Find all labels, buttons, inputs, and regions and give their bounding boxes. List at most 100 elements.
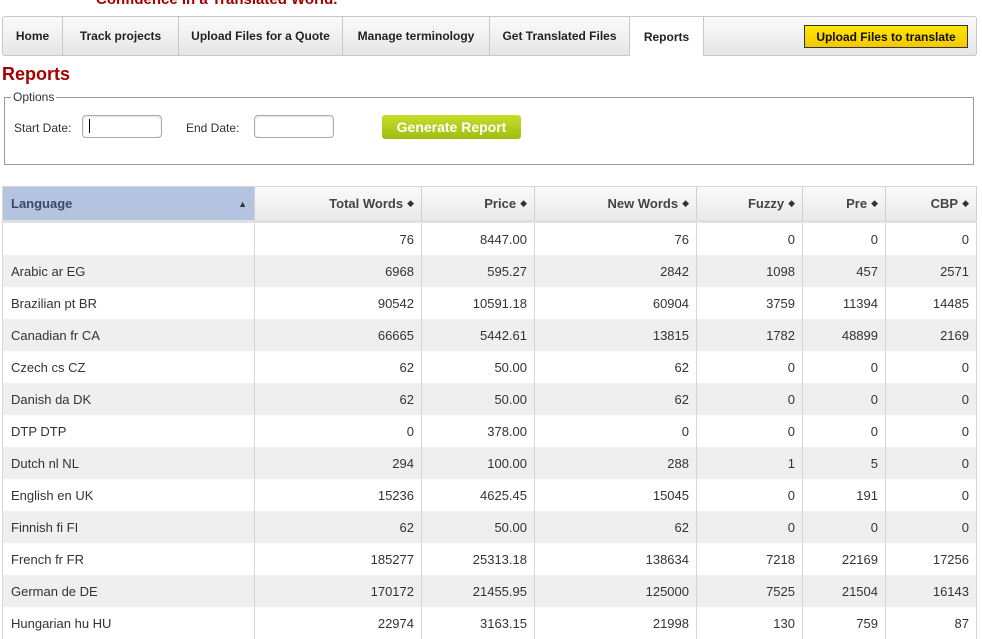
cell-value: 17256 — [886, 543, 977, 575]
cell-value: 0 — [535, 415, 697, 447]
sort-both-icon: ◆ — [407, 198, 414, 208]
table-row[interactable]: Arabic ar EG 6968 595.27 2842 1098 457 2571 — [3, 255, 977, 287]
cell-value: 100.00 — [422, 447, 535, 479]
cell-value: 595.27 — [422, 255, 535, 287]
column-header-fuzzy[interactable]: Fuzzy ◆ — [697, 187, 803, 220]
header-label: CBP — [930, 196, 959, 211]
cell-value: 48899 — [803, 319, 886, 351]
cell-value: 0 — [886, 383, 977, 415]
cell-value: 62 — [255, 383, 422, 415]
table-row[interactable]: Hungarian hu HU 22974 3163.15 21998 130 759 87 — [3, 607, 977, 639]
cell-value: 1098 — [697, 255, 803, 287]
table-row[interactable]: Czech cs CZ 62 50.00 62 0 0 0 — [3, 351, 977, 383]
cell-value: 5 — [803, 447, 886, 479]
cell-value: 0 — [803, 383, 886, 415]
tab-manage-terminology[interactable]: Manage terminology — [343, 17, 490, 55]
cell-value: 21455.95 — [422, 575, 535, 607]
cell-value: 22169 — [803, 543, 886, 575]
start-date-input[interactable] — [82, 115, 162, 138]
table-row[interactable]: Dutch nl NL 294 100.00 288 1 5 0 — [3, 447, 977, 479]
sort-both-icon: ◆ — [682, 198, 689, 208]
cell-value: 457 — [803, 255, 886, 287]
options-legend: Options — [13, 90, 55, 104]
cell-value: 5442.61 — [422, 319, 535, 351]
cell-language: Finnish fi FI — [3, 511, 255, 543]
generate-report-button[interactable]: Generate Report — [382, 115, 521, 139]
cell-value: 87 — [886, 607, 977, 639]
cell-value: 0 — [697, 351, 803, 383]
cell-value: 0 — [886, 223, 977, 255]
cell-language: Czech cs CZ — [3, 351, 255, 383]
column-header-cbp[interactable]: CBP ◆ — [886, 187, 977, 220]
cell-value: 378.00 — [422, 415, 535, 447]
sort-both-icon: ◆ — [520, 198, 527, 208]
cell-value: 0 — [886, 511, 977, 543]
table-row[interactable]: Danish da DK 62 50.00 62 0 0 0 — [3, 383, 977, 415]
column-header-price[interactable]: Price ◆ — [422, 187, 535, 220]
end-date-input[interactable] — [254, 115, 334, 138]
cell-value: 0 — [803, 351, 886, 383]
cell-value: 50.00 — [422, 383, 535, 415]
tab-reports[interactable]: Reports — [630, 17, 704, 56]
sort-both-icon: ◆ — [871, 198, 878, 208]
cell-value: 288 — [535, 447, 697, 479]
cell-value: 8447.00 — [422, 223, 535, 255]
tab-upload-quote[interactable]: Upload Files for a Quote — [179, 17, 343, 55]
column-header-pre[interactable]: Pre ◆ — [803, 187, 886, 220]
cell-value: 4625.45 — [422, 479, 535, 511]
table-row[interactable]: Brazilian pt BR 90542 10591.18 60904 3759 113… — [3, 287, 977, 319]
cell-value: 76 — [535, 223, 697, 255]
cell-language: Hungarian hu HU — [3, 607, 255, 639]
header-label: Total Words — [329, 196, 404, 211]
cell-value: 170172 — [255, 575, 422, 607]
cell-value: 2571 — [886, 255, 977, 287]
cell-value: 3163.15 — [422, 607, 535, 639]
tab-get-translated-files[interactable]: Get Translated Files — [490, 17, 630, 55]
header-label: Language — [11, 196, 73, 211]
column-header-total-words[interactable]: Total Words ◆ — [255, 187, 422, 220]
table-row[interactable]: French fr FR 185277 25313.18 138634 7218 2216… — [3, 543, 977, 575]
table-row[interactable]: DTP DTP 0 378.00 0 0 0 0 — [3, 415, 977, 447]
cell-value: 185277 — [255, 543, 422, 575]
cell-value: 759 — [803, 607, 886, 639]
cell-value: 90542 — [255, 287, 422, 319]
cell-value: 0 — [886, 447, 977, 479]
table-row[interactable]: Canadian fr CA 66665 5442.61 13815 1782 48899… — [3, 319, 977, 351]
cell-value: 138634 — [535, 543, 697, 575]
cell-value: 0 — [255, 415, 422, 447]
header-label: Pre — [846, 196, 868, 211]
upload-files-button[interactable]: Upload Files to translate — [804, 25, 968, 48]
table-row[interactable]: English en UK 15236 4625.45 15045 0 191 0 — [3, 479, 977, 511]
cell-value: 0 — [697, 383, 803, 415]
column-header-new-words[interactable]: New Words ◆ — [535, 187, 697, 220]
table-row[interactable]: 76 8447.00 76 0 0 0 — [3, 223, 977, 255]
header-label: Fuzzy — [747, 196, 785, 211]
table-row[interactable]: Finnish fi FI 62 50.00 62 0 0 0 — [3, 511, 977, 543]
column-header-language[interactable]: Language ▲ — [3, 187, 255, 220]
cell-value: 13815 — [535, 319, 697, 351]
table-body: 76 8447.00 76 0 0 0 Arabic ar EG 6968 595.27 2842… — [3, 223, 977, 639]
cell-value: 15045 — [535, 479, 697, 511]
cell-language: Brazilian pt BR — [3, 287, 255, 319]
cell-value: 14485 — [886, 287, 977, 319]
cell-value: 76 — [255, 223, 422, 255]
report-table: Language ▲ Total Words ◆ Price ◆ New Words… — [2, 186, 977, 639]
table-row[interactable]: German de DE 170172 21455.95 125000 7525 2150… — [3, 575, 977, 607]
cell-value: 0 — [886, 351, 977, 383]
cell-language: French fr FR — [3, 543, 255, 575]
cell-language — [3, 223, 255, 255]
tab-track-projects[interactable]: Track projects — [63, 17, 179, 55]
header-label: Price — [484, 196, 517, 211]
cell-language: DTP DTP — [3, 415, 255, 447]
tab-home[interactable]: Home — [3, 17, 63, 55]
cell-value: 1782 — [697, 319, 803, 351]
cell-value: 62 — [535, 511, 697, 543]
cell-value: 2169 — [886, 319, 977, 351]
cell-value: 60904 — [535, 287, 697, 319]
cell-value: 0 — [886, 415, 977, 447]
cell-value: 2842 — [535, 255, 697, 287]
cell-value: 21998 — [535, 607, 697, 639]
cell-value: 50.00 — [422, 511, 535, 543]
cell-language: Dutch nl NL — [3, 447, 255, 479]
cell-value: 1 — [697, 447, 803, 479]
